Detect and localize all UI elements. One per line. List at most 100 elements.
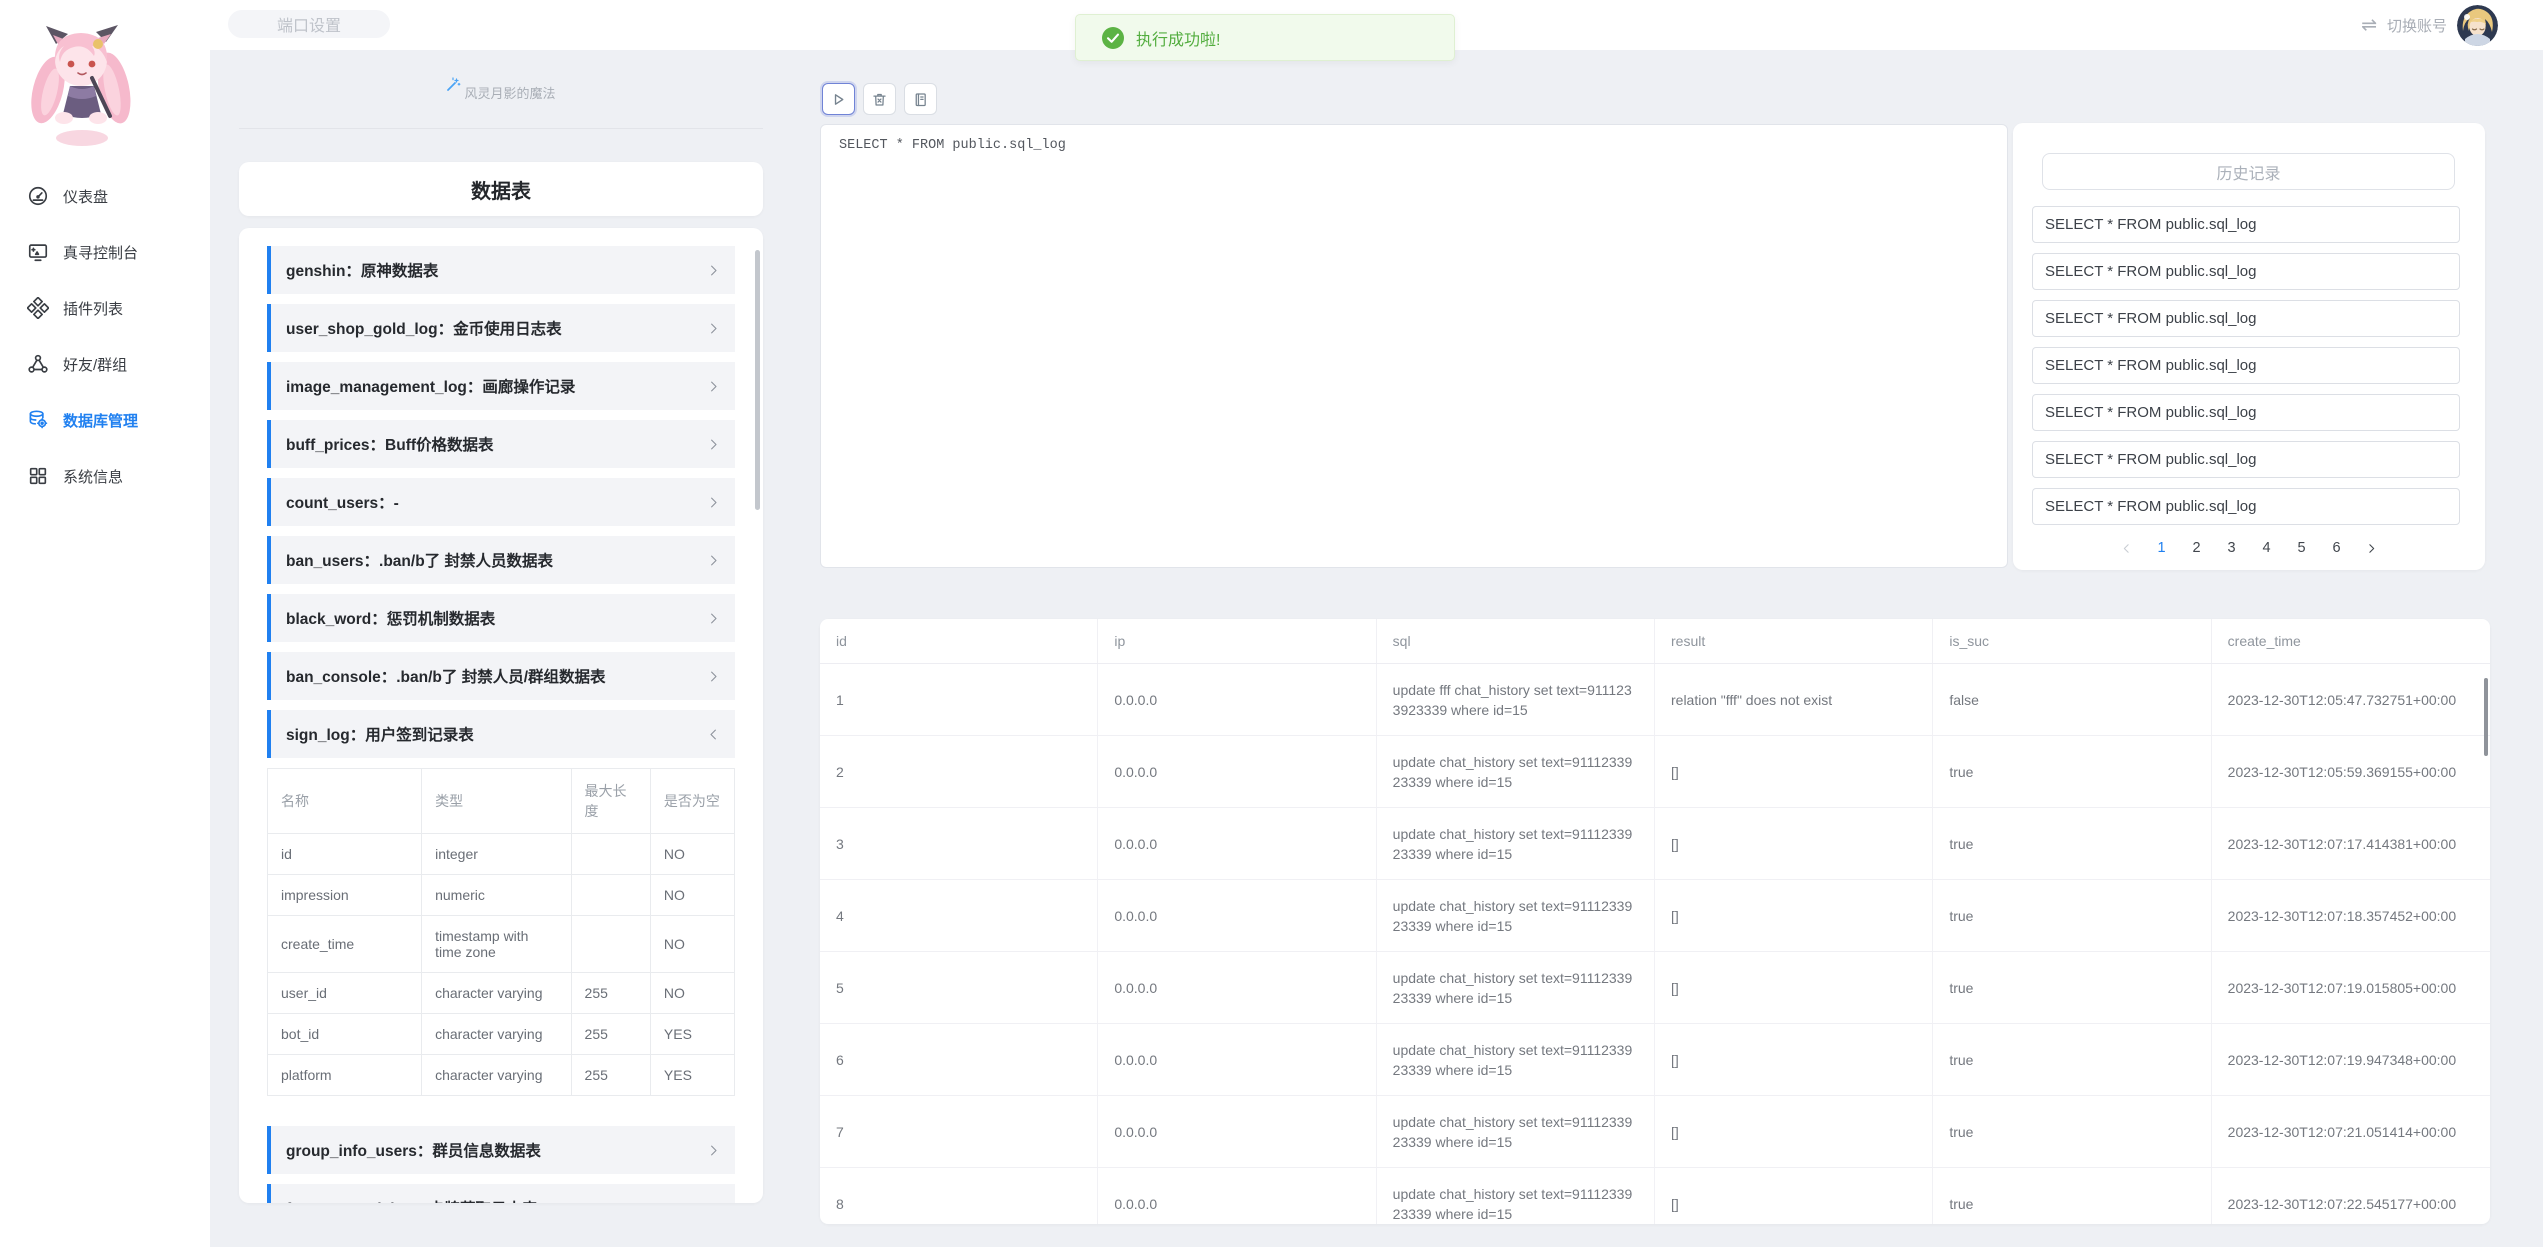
results-row: 50.0.0.0update chat_history set text=911… [820, 952, 2490, 1024]
results-cell-sql: update chat_history set text=91112339233… [1377, 1024, 1655, 1095]
history-item[interactable]: SELECT * FROM public.sql_log [2032, 300, 2460, 337]
page-6[interactable]: 6 [2324, 535, 2350, 561]
results-row: 20.0.0.0update chat_history set text=911… [820, 736, 2490, 808]
magic-wand-icon [446, 77, 461, 97]
history-panel: 历史记录 SELECT * FROM public.sql_log SELECT … [2013, 123, 2485, 570]
sidebar: 仪表盘 真寻控制台 插件列表 好友/群组 数据库管理 系统信息 [0, 0, 210, 1247]
results-cell-id: 3 [820, 808, 1098, 879]
table-list-item[interactable]: genshin：原神数据表 [267, 246, 735, 294]
table-list-item-label: count_users：- [286, 491, 399, 513]
sidebar-item-label: 插件列表 [63, 298, 123, 319]
results-row: 40.0.0.0update chat_history set text=911… [820, 880, 2490, 952]
sidebar-item-gauge[interactable]: 仪表盘 [0, 168, 210, 224]
schema-cell: platform [268, 1055, 422, 1096]
results-cell-result: [] [1655, 736, 1933, 807]
page-prev-icon[interactable] [2114, 535, 2140, 561]
table-list-item[interactable]: image_management_log：画廊操作记录 [267, 362, 735, 410]
page-4[interactable]: 4 [2254, 535, 2280, 561]
tables-list-scrollbar[interactable] [755, 250, 760, 510]
results-column-sql: sql [1377, 619, 1655, 663]
sidebar-item-database[interactable]: 数据库管理 [0, 392, 210, 448]
schema-cell [571, 916, 650, 973]
chevron-right-icon [706, 321, 721, 336]
chevron-right-icon [706, 553, 721, 568]
user-avatar[interactable] [2457, 5, 2498, 46]
copy-button[interactable] [904, 83, 937, 115]
table-list-item[interactable]: count_users：- [267, 478, 735, 526]
run-button[interactable] [822, 83, 855, 115]
results-row: 10.0.0.0update fff chat_history set text… [820, 664, 2490, 736]
table-list-item-label: image_management_log：画廊操作记录 [286, 375, 575, 397]
schema-cell: character varying [422, 1014, 571, 1055]
clear-button[interactable] [863, 83, 896, 115]
results-cell-is_suc: true [1933, 736, 2211, 807]
table-list-item-label: group_info_users：群员信息数据表 [286, 1139, 541, 1161]
results-scrollbar[interactable] [2484, 678, 2488, 756]
table-list-item[interactable]: fantasy_card_log：卡牌获取日志表 [267, 1184, 735, 1203]
results-cell-result: [] [1655, 808, 1933, 879]
table-list-item[interactable]: buff_prices：Buff价格数据表 [267, 420, 735, 468]
history-item[interactable]: SELECT * FROM public.sql_log [2032, 347, 2460, 384]
results-cell-is_suc: true [1933, 952, 2211, 1023]
trash-icon [871, 91, 888, 108]
sidebar-item-label: 系统信息 [63, 466, 123, 487]
tables-title: 数据表 [471, 175, 531, 204]
schema-row: user_idcharacter varying255NO [268, 973, 735, 1014]
sql-editor[interactable]: SELECT * FROM public.sql_log [820, 124, 2008, 568]
sidebar-item-label: 数据库管理 [63, 410, 138, 431]
table-list-item[interactable]: sign_log：用户签到记录表 [267, 710, 735, 758]
table-list-item[interactable]: ban_console：.ban/b了 封禁人员/群组数据表 [267, 652, 735, 700]
port-settings-button[interactable]: 端口设置 [225, 7, 393, 41]
results-cell-create_time: 2023-12-30T12:05:59.369155+00:00 [2212, 736, 2490, 807]
schema-cell: timestamp with time zone [422, 916, 571, 973]
results-body: 10.0.0.0update fff chat_history set text… [820, 664, 2490, 1224]
history-title: 历史记录 [2042, 153, 2455, 190]
schema-cell: 255 [571, 973, 650, 1014]
results-cell-ip: 0.0.0.0 [1098, 664, 1376, 735]
history-pagination: 123456 [2013, 535, 2485, 561]
app-logo [26, 18, 138, 155]
page-2[interactable]: 2 [2184, 535, 2210, 561]
table-list-item-label: ban_users：.ban/b了 封禁人员数据表 [286, 549, 553, 571]
sidebar-item-system[interactable]: 系统信息 [0, 448, 210, 504]
results-cell-create_time: 2023-12-30T12:07:19.015805+00:00 [2212, 952, 2490, 1023]
account-switcher[interactable]: ⇌ 切换账号 [2361, 0, 2498, 50]
history-item[interactable]: SELECT * FROM public.sql_log [2032, 441, 2460, 478]
results-cell-result: [] [1655, 1168, 1933, 1224]
history-item[interactable]: SELECT * FROM public.sql_log [2032, 488, 2460, 525]
results-cell-id: 2 [820, 736, 1098, 807]
schema-cell: YES [650, 1055, 734, 1096]
page-3[interactable]: 3 [2219, 535, 2245, 561]
history-item[interactable]: SELECT * FROM public.sql_log [2032, 206, 2460, 243]
results-cell-result: [] [1655, 952, 1933, 1023]
results-cell-id: 7 [820, 1096, 1098, 1167]
results-cell-create_time: 2023-12-30T12:07:22.545177+00:00 [2212, 1168, 2490, 1224]
schema-row: bot_idcharacter varying255YES [268, 1014, 735, 1055]
sidebar-item-plugins[interactable]: 插件列表 [0, 280, 210, 336]
results-column-ip: ip [1098, 619, 1376, 663]
toast-message: 执行成功啦! [1136, 26, 1220, 50]
history-item[interactable]: SELECT * FROM public.sql_log [2032, 253, 2460, 290]
sidebar-item-friends[interactable]: 好友/群组 [0, 336, 210, 392]
results-cell-sql: update chat_history set text=91112339233… [1377, 1168, 1655, 1224]
friends-icon [27, 353, 49, 375]
results-cell-ip: 0.0.0.0 [1098, 736, 1376, 807]
schema-header-row: 名称类型最大长度是否为空 [268, 769, 735, 834]
results-cell-result: [] [1655, 1024, 1933, 1095]
table-list-item[interactable]: group_info_users：群员信息数据表 [267, 1126, 735, 1174]
schema-cell: character varying [422, 1055, 571, 1096]
table-list-item[interactable]: user_shop_gold_log：金币使用日志表 [267, 304, 735, 352]
chevron-right-icon [706, 669, 721, 684]
plugins-icon [27, 297, 49, 319]
page-next-icon[interactable] [2359, 535, 2385, 561]
console-icon [27, 241, 49, 263]
table-list-item[interactable]: ban_users：.ban/b了 封禁人员数据表 [267, 536, 735, 584]
sidebar-item-console[interactable]: 真寻控制台 [0, 224, 210, 280]
table-list-item-label: ban_console：.ban/b了 封禁人员/群组数据表 [286, 665, 606, 687]
table-list-item[interactable]: black_word：惩罚机制数据表 [267, 594, 735, 642]
history-item[interactable]: SELECT * FROM public.sql_log [2032, 394, 2460, 431]
schema-cell: integer [422, 834, 571, 875]
schema-cell: create_time [268, 916, 422, 973]
page-5[interactable]: 5 [2289, 535, 2315, 561]
page-1[interactable]: 1 [2149, 535, 2175, 561]
